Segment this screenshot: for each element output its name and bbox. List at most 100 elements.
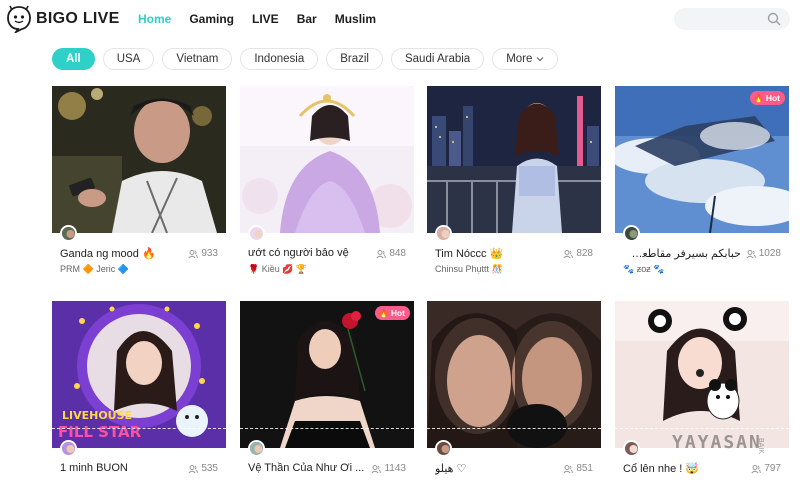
stream-title[interactable]: 1 minh BUON bbox=[60, 462, 180, 474]
viewers-icon bbox=[563, 249, 574, 258]
stream-thumbnail[interactable]: 🔥 Hot bbox=[615, 86, 789, 233]
flame-icon: 🔥 bbox=[378, 308, 389, 318]
live-card[interactable]: هيلو ♡ 851 bbox=[427, 301, 601, 480]
watermark: YAYASAN BAIK bbox=[672, 432, 782, 460]
stream-thumbnail[interactable]: 🔥 Hot bbox=[240, 301, 414, 448]
top-bar: BIGO LIVE Home Gaming LIVE Bar Muslim bbox=[0, 0, 800, 40]
watermark-text: YAYASAN bbox=[672, 432, 762, 453]
stream-title[interactable]: Vệ Thần Của Như Ơi ... bbox=[248, 462, 368, 474]
main-nav: Home Gaming LIVE Bar Muslim bbox=[138, 12, 394, 26]
streamer-avatar[interactable] bbox=[623, 225, 640, 242]
search-input[interactable] bbox=[674, 8, 790, 30]
bigo-mascot-icon bbox=[7, 5, 31, 33]
viewer-count: 1143 bbox=[371, 463, 406, 474]
viewers-icon bbox=[746, 249, 756, 258]
stream-title[interactable]: حبابكم بسيرفر مقاطعه بلاين bbox=[631, 247, 741, 260]
live-card[interactable]: Ganda ng mood 🔥 933 PRM 🔶 Jeric 🔷 bbox=[52, 86, 226, 283]
hot-badge: 🔥 Hot bbox=[374, 306, 410, 320]
card-info: ướt có người bảo vệ 848 🌹 Kiều 💋 🏆 bbox=[240, 225, 414, 283]
brand-name: BIGO LIVE bbox=[36, 10, 120, 27]
livehouse-logo-text: LIVEHOUSE bbox=[62, 409, 132, 422]
progress-dash bbox=[240, 428, 414, 429]
card-info: Tim Nóccc 👑 828 Chinsu Phụttt 🎊 bbox=[427, 225, 601, 283]
filter-all[interactable]: All bbox=[52, 48, 95, 70]
viewer-count: 848 bbox=[376, 248, 406, 259]
stream-thumbnail[interactable] bbox=[427, 86, 601, 233]
viewers-icon bbox=[376, 249, 387, 258]
stream-title[interactable]: ướt có người bảo vệ bbox=[248, 247, 368, 259]
live-card[interactable]: 🔥 Hot Vệ Thần Của Như Ơi ... 1143 bbox=[240, 301, 414, 480]
nav-muslim[interactable]: Muslim bbox=[335, 12, 376, 26]
stream-title[interactable]: Cổ lên nhe ! 🤯 bbox=[623, 462, 743, 475]
stream-title[interactable]: Ganda ng mood 🔥 bbox=[60, 247, 180, 260]
watermark-subtext: BAIK bbox=[757, 438, 764, 454]
family-label: PRM 🔶 Jeric 🔷 bbox=[60, 264, 129, 274]
hot-badge: 🔥 Hot bbox=[749, 91, 785, 105]
stream-thumbnail[interactable] bbox=[615, 301, 789, 448]
progress-dash bbox=[615, 428, 789, 429]
viewer-count: 797 bbox=[751, 463, 781, 474]
filter-usa[interactable]: USA bbox=[102, 48, 155, 70]
viewer-count-value: 1143 bbox=[384, 463, 406, 474]
streamer-avatar[interactable] bbox=[435, 440, 452, 457]
viewer-count-value: 535 bbox=[201, 463, 218, 474]
filter-more-label: More bbox=[506, 53, 533, 65]
viewer-count-value: 851 bbox=[576, 463, 593, 474]
viewers-icon bbox=[563, 464, 574, 473]
hot-label: Hot bbox=[765, 93, 780, 103]
nav-live[interactable]: LIVE bbox=[252, 12, 279, 26]
stream-thumbnail[interactable] bbox=[427, 301, 601, 448]
nav-gaming[interactable]: Gaming bbox=[189, 12, 234, 26]
filter-saudi-arabia[interactable]: Saudi Arabia bbox=[390, 48, 485, 70]
chevron-down-icon bbox=[536, 57, 544, 62]
nav-home[interactable]: Home bbox=[138, 12, 171, 26]
viewer-count: 933 bbox=[188, 248, 218, 259]
nav-bar[interactable]: Bar bbox=[297, 12, 317, 26]
streamer-avatar[interactable] bbox=[248, 440, 265, 457]
viewer-count-value: 933 bbox=[201, 248, 218, 259]
filter-indonesia[interactable]: Indonesia bbox=[240, 48, 319, 70]
stream-thumbnail[interactable] bbox=[52, 86, 226, 233]
viewer-count-value: 828 bbox=[576, 248, 593, 259]
stream-title[interactable]: هيلو ♡ bbox=[435, 462, 555, 475]
viewer-count-value: 848 bbox=[389, 248, 406, 259]
viewers-icon bbox=[188, 249, 199, 258]
viewer-count-value: 1028 bbox=[758, 248, 781, 259]
livehouse-logo-subtext: FILL STAR bbox=[58, 423, 142, 441]
stream-thumbnail[interactable] bbox=[240, 86, 414, 233]
streamer-avatar[interactable] bbox=[435, 225, 452, 242]
progress-dash bbox=[52, 428, 226, 429]
viewer-count: 1028 bbox=[746, 248, 781, 259]
card-info: هيلو ♡ 851 bbox=[427, 440, 601, 480]
viewer-count-value: 797 bbox=[764, 463, 781, 474]
live-card[interactable]: LIVEHOUSE FILL STAR 1 minh BUON 535 bbox=[52, 301, 226, 480]
country-filter: All USA Vietnam Indonesia Brazil Saudi A… bbox=[52, 48, 566, 70]
streamer-avatar[interactable] bbox=[248, 225, 265, 242]
stream-title[interactable]: Tim Nóccc 👑 bbox=[435, 247, 555, 260]
viewer-count: 535 bbox=[188, 463, 218, 474]
card-info: Ganda ng mood 🔥 933 PRM 🔶 Jeric 🔷 bbox=[52, 225, 226, 283]
live-card[interactable]: ướt có người bảo vệ 848 🌹 Kiều 💋 🏆 bbox=[240, 86, 414, 283]
viewers-icon bbox=[751, 464, 762, 473]
viewer-count: 828 bbox=[563, 248, 593, 259]
search-icon[interactable] bbox=[767, 12, 781, 26]
filter-more-button[interactable]: More bbox=[492, 48, 559, 70]
viewer-count: 851 bbox=[563, 463, 593, 474]
card-info: حبابكم بسيرفر مقاطعه بلاين 1028 🐾 ƶoƶ 🐾 bbox=[615, 225, 789, 283]
family-label: Chinsu Phụttt 🎊 bbox=[435, 264, 503, 274]
viewers-icon bbox=[371, 464, 382, 473]
brand-logo[interactable]: BIGO LIVE bbox=[6, 5, 120, 33]
streamer-avatar[interactable] bbox=[60, 225, 77, 242]
live-card[interactable]: Tim Nóccc 👑 828 Chinsu Phụttt 🎊 bbox=[427, 86, 601, 283]
stream-thumbnail[interactable]: LIVEHOUSE FILL STAR bbox=[52, 301, 226, 448]
viewers-icon bbox=[188, 464, 199, 473]
card-info: 1 minh BUON 535 bbox=[52, 440, 226, 480]
live-card[interactable]: 🔥Hot حبابكم بسيرفر مقاطعه بلاين 1028 🐾 ƶ… bbox=[615, 86, 789, 283]
progress-dash bbox=[427, 428, 601, 429]
filter-brazil[interactable]: Brazil bbox=[326, 48, 383, 70]
card-info: Vệ Thần Của Như Ơi ... 1143 bbox=[240, 440, 414, 480]
filter-vietnam[interactable]: Vietnam bbox=[162, 48, 233, 70]
streamer-avatar[interactable] bbox=[60, 440, 77, 457]
family-label: 🌹 Kiều 💋 🏆 bbox=[248, 264, 308, 274]
streamer-avatar[interactable] bbox=[623, 440, 640, 457]
